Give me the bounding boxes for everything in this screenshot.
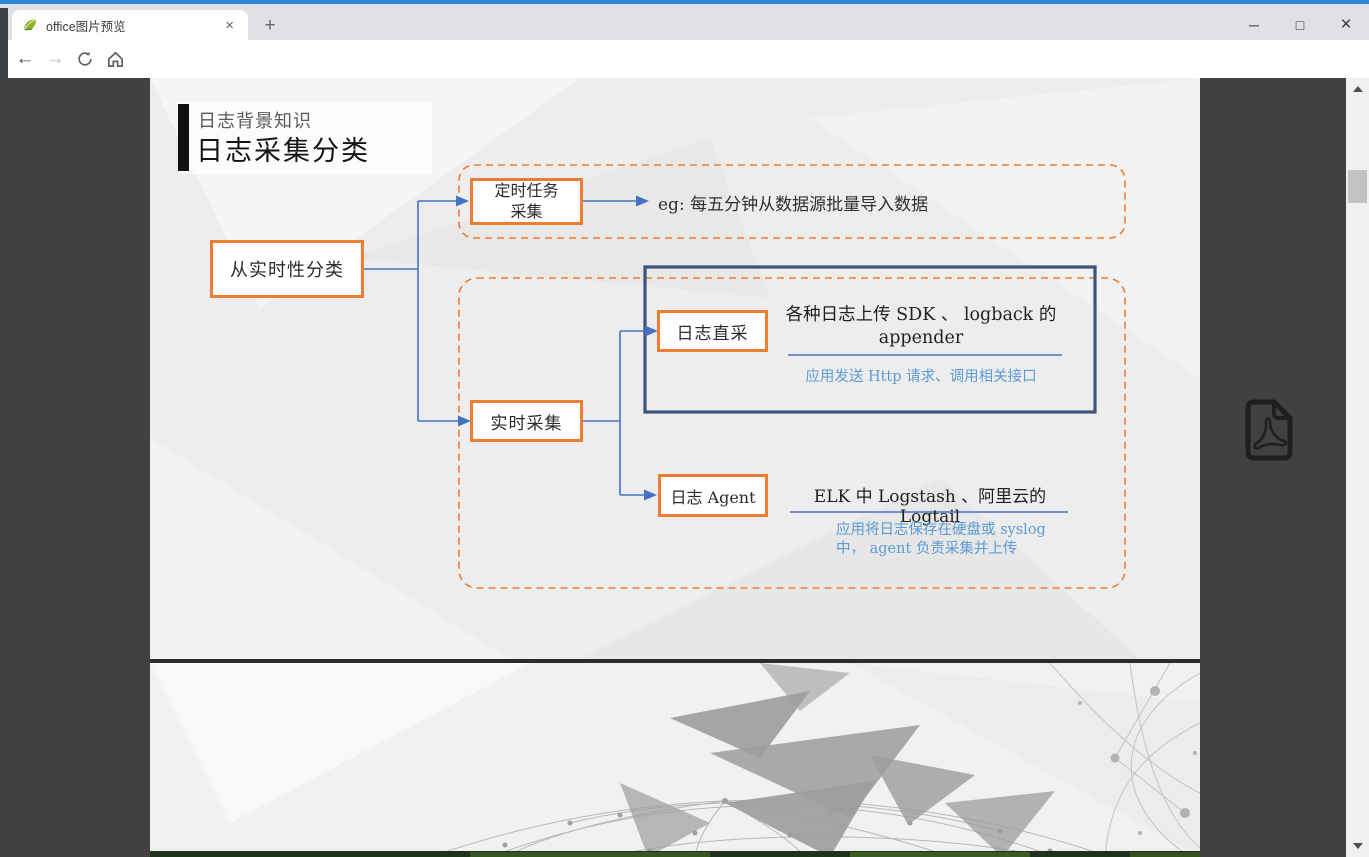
annotation-direct-main: 各种日志上传 SDK 、 logback 的 appender xyxy=(770,304,1072,350)
globe-network-graphic xyxy=(150,663,1200,857)
node-label: 日志 Agent xyxy=(670,484,755,508)
node-classify-by-realtime: 从实时性分类 xyxy=(210,240,364,298)
scroll-up-icon[interactable] xyxy=(1346,82,1369,96)
scrollbar-thumb[interactable] xyxy=(1348,170,1367,203)
new-tab-button[interactable]: + xyxy=(258,14,282,38)
slide-1: 日志背景知识 日志采集分类 从实时性分类 定时任务 采集 实时采集 日志直采 日… xyxy=(150,78,1200,659)
annotation-agent-sub: 应用将日志保存在硬盘或 syslog 中， agent 负责采集并上传 xyxy=(836,521,1086,559)
node-log-agent: 日志 Agent xyxy=(658,474,768,517)
browser-toolbar: ← → xyxy=(0,40,1369,78)
node-direct-log-collection: 日志直采 xyxy=(657,310,768,352)
minimize-button[interactable]: ─ xyxy=(1231,8,1277,42)
tab-title: office图片预览 xyxy=(46,16,221,35)
node-timed-task-collection: 定时任务 采集 xyxy=(470,178,583,225)
pdf-download-button[interactable] xyxy=(1232,395,1302,465)
scroll-down-icon[interactable] xyxy=(1346,839,1369,853)
title-accent-bar xyxy=(178,104,189,171)
leaf-favicon-icon xyxy=(22,17,38,33)
preview-canvas: 日志背景知识 日志采集分类 从实时性分类 定时任务 采集 实时采集 日志直采 日… xyxy=(0,78,1369,857)
forward-icon[interactable]: → xyxy=(40,48,70,70)
slide-title-block: 日志背景知识 日志采集分类 xyxy=(178,102,432,174)
node-label: 从实时性分类 xyxy=(230,256,344,282)
slide-2 xyxy=(150,663,1200,857)
back-icon[interactable]: ← xyxy=(10,48,40,70)
annotation-direct-sub: 应用发送 Http 请求、调用相关接口 xyxy=(770,365,1072,386)
node-label-line1: 定时任务 xyxy=(494,181,558,201)
annotation-direct-main-line2: appender xyxy=(770,327,1072,350)
annotation-agent-sub-line2: 中， agent 负责采集并上传 xyxy=(836,540,1086,559)
annotation-timed-example: eg: 每五分钟从数据源批量导入数据 xyxy=(658,190,928,215)
node-label-line2: 采集 xyxy=(510,202,542,222)
window-top-accent xyxy=(0,0,1369,4)
tab-close-icon[interactable]: × xyxy=(221,17,238,34)
browser-titlebar: office图片预览 × + ─ □ × xyxy=(0,4,1369,40)
pdf-file-icon xyxy=(1232,395,1302,465)
annotation-agent-sub-line1: 应用将日志保存在硬盘或 syslog xyxy=(836,521,1086,540)
browser-tab[interactable]: office图片预览 × xyxy=(12,10,248,40)
window-left-edge xyxy=(0,8,8,78)
node-label: 实时采集 xyxy=(491,409,563,434)
window-controls: ─ □ × xyxy=(1231,8,1369,42)
node-realtime-collection: 实时采集 xyxy=(470,400,583,442)
node-label: 日志直采 xyxy=(677,319,749,344)
page-scrollbar[interactable] xyxy=(1346,78,1369,857)
maximize-button[interactable]: □ xyxy=(1277,8,1323,42)
close-button[interactable]: × xyxy=(1323,8,1369,42)
slide-title: 日志采集分类 xyxy=(196,129,370,168)
annotation-direct-main-line1: 各种日志上传 SDK 、 logback 的 xyxy=(770,304,1072,327)
home-icon[interactable] xyxy=(100,48,130,70)
refresh-icon[interactable] xyxy=(70,48,100,70)
